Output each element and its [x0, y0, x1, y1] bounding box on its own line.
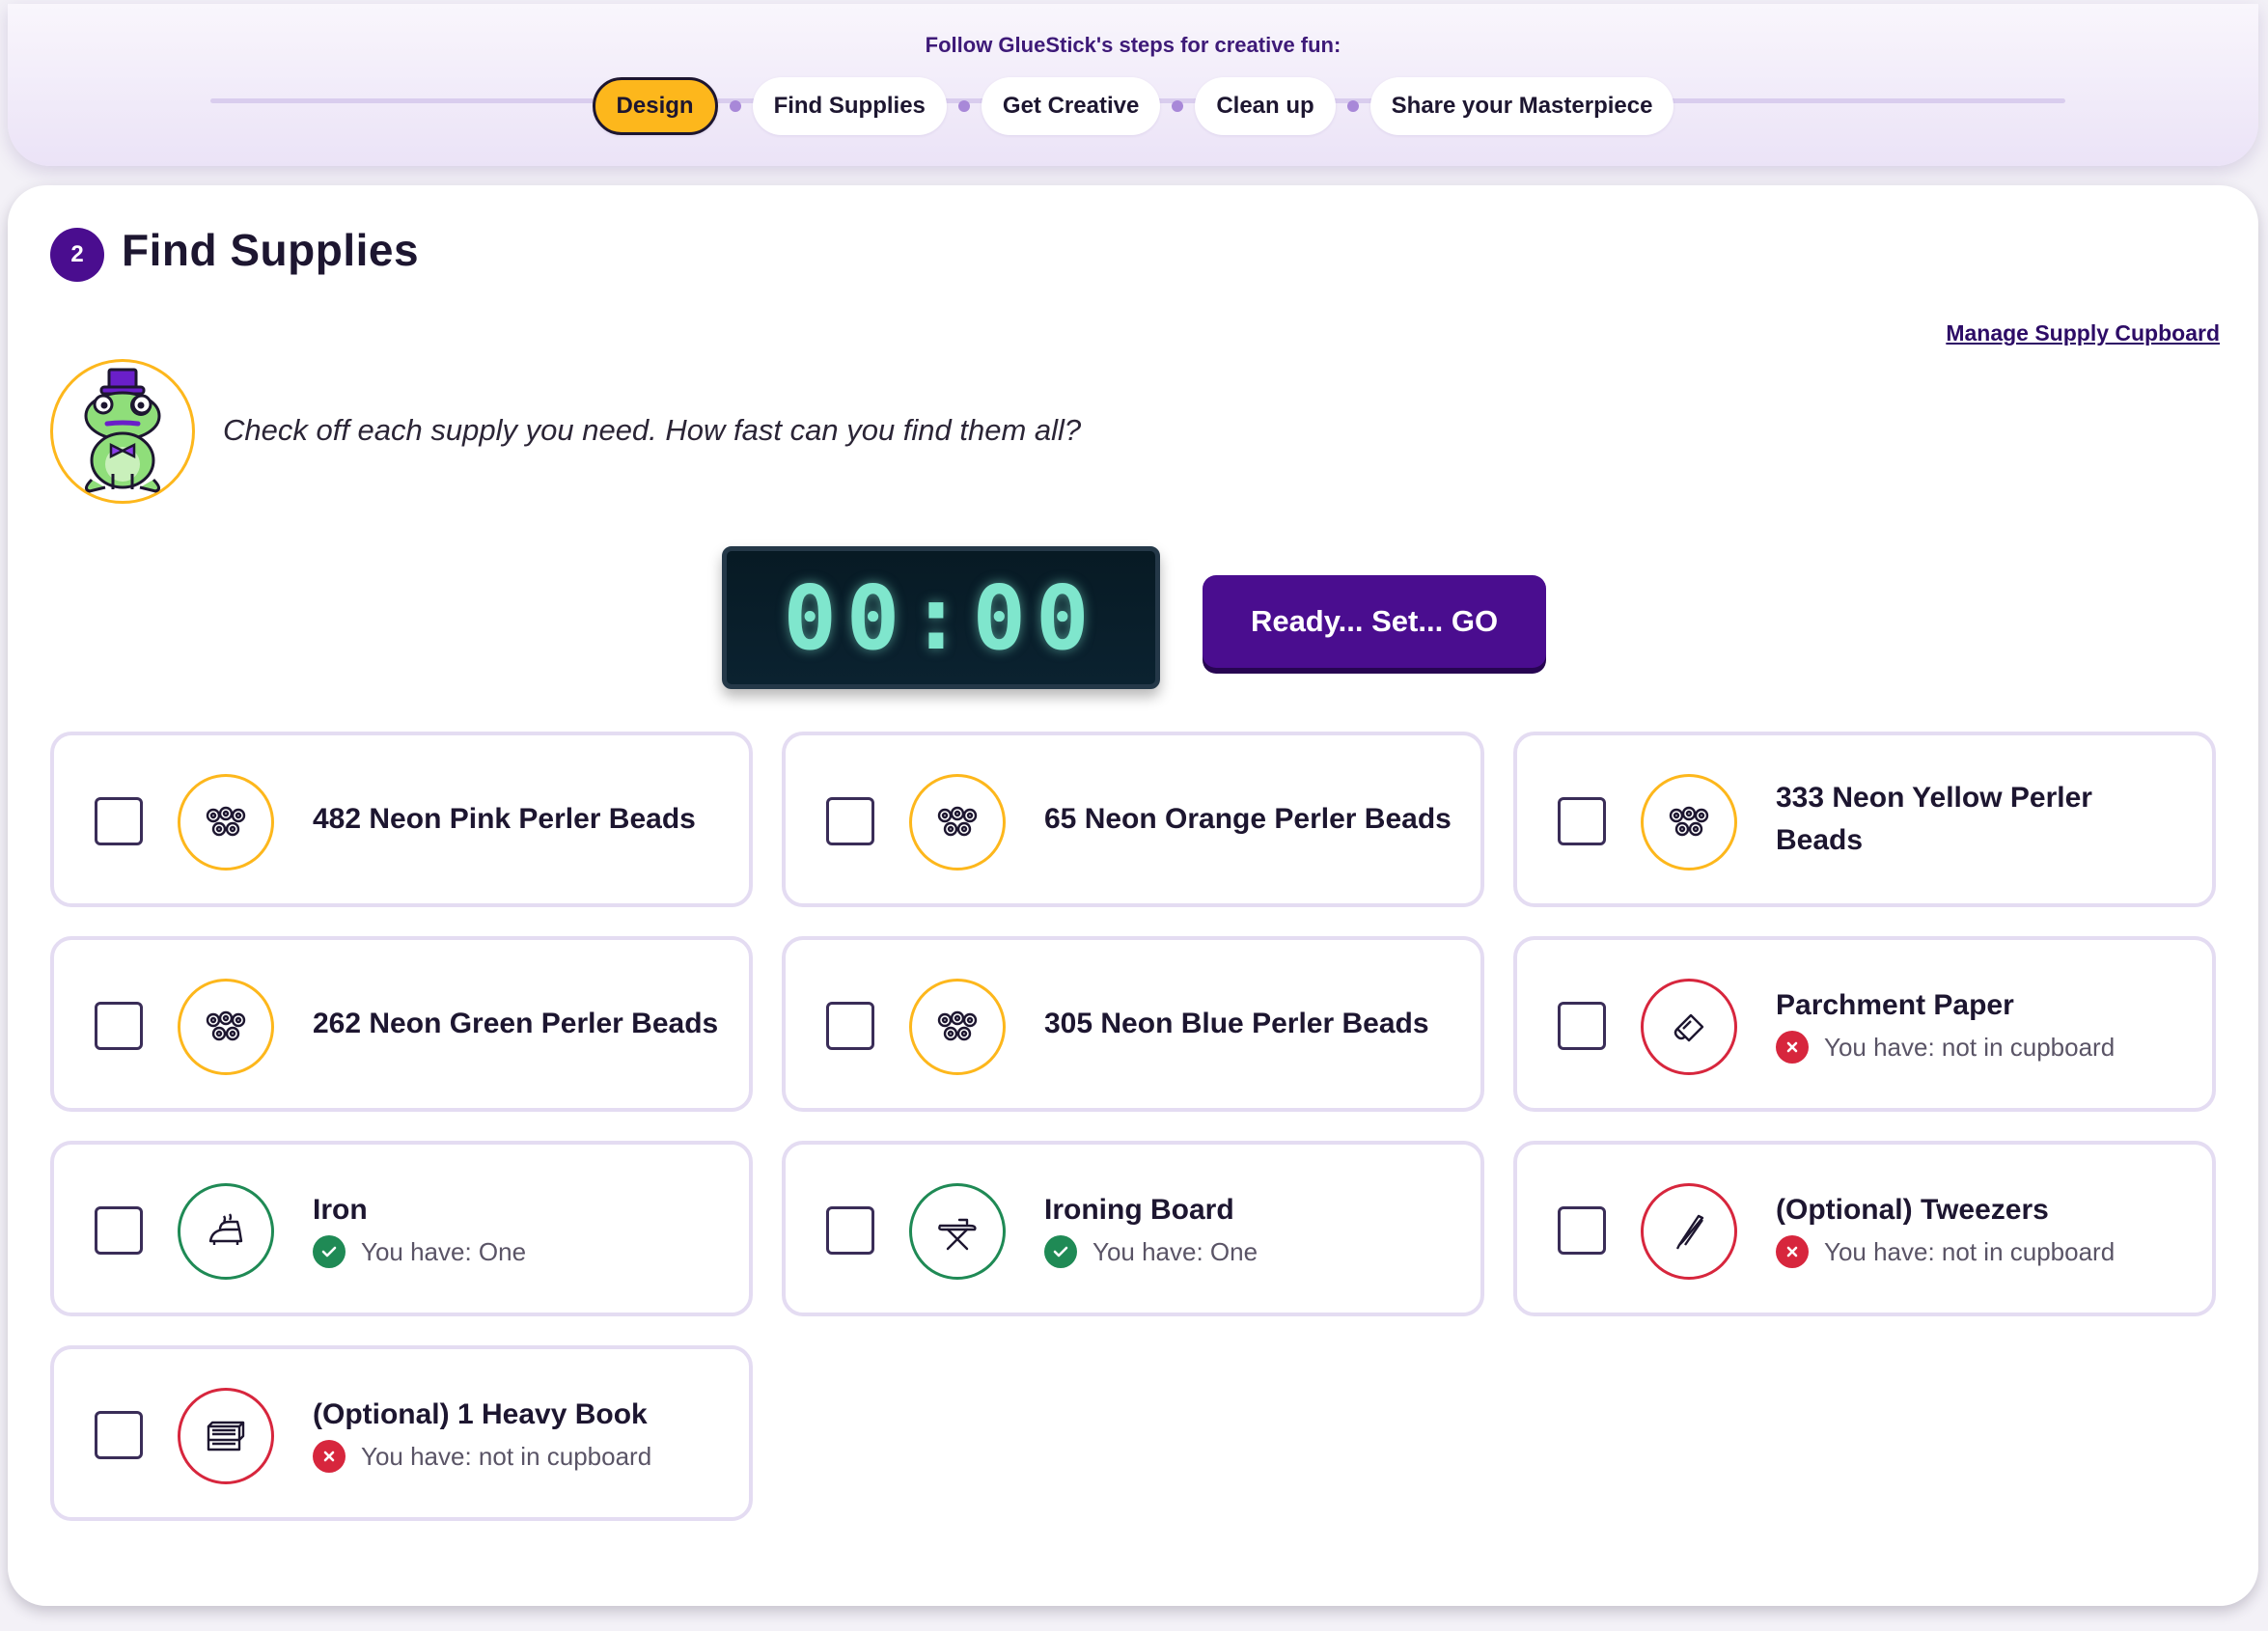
step-connector-dot	[957, 100, 970, 112]
step-connector-dot	[729, 100, 741, 112]
supply-status: You have: One	[1044, 1235, 1452, 1268]
ironing-board-icon	[909, 1183, 1006, 1280]
timer-value: 00:00	[783, 566, 1099, 670]
supply-status: You have: One	[313, 1235, 720, 1268]
supply-status: You have: not in cupboard	[1776, 1031, 2183, 1064]
supply-card[interactable]: 305 Neon Blue Perler Beads	[782, 936, 1484, 1112]
supply-status-text: You have: One	[361, 1236, 527, 1266]
supply-checkbox[interactable]	[1558, 1002, 1606, 1050]
supply-checkbox[interactable]	[1558, 797, 1606, 845]
check-icon	[313, 1235, 346, 1268]
supply-name: Ironing Board	[1044, 1194, 1234, 1226]
supply-status: You have: not in cupboard	[1776, 1235, 2183, 1268]
supply-status-text: You have: not in cupboard	[361, 1441, 652, 1471]
step-find-supplies[interactable]: Find Supplies	[752, 77, 947, 135]
supply-card[interactable]: 262 Neon Green Perler Beads	[50, 936, 753, 1112]
step-share-masterpiece[interactable]: Share your Masterpiece	[1369, 77, 1674, 135]
supply-card[interactable]: 482 Neon Pink Perler Beads	[50, 732, 753, 907]
not-available-icon	[1776, 1235, 1809, 1268]
page-title: Find Supplies	[122, 225, 420, 275]
supply-card[interactable]: Ironing Board You have: One	[782, 1141, 1484, 1316]
supply-checkbox[interactable]	[95, 1206, 143, 1255]
supply-name: 333 Neon Yellow Perler Beads	[1776, 782, 2092, 856]
book-icon	[178, 1388, 274, 1484]
supply-card[interactable]: (Optional) Tweezers You have: not in cup…	[1513, 1141, 2216, 1316]
step-connector-dot	[1172, 100, 1184, 112]
stepper-panel: Follow GlueStick's steps for creative fu…	[8, 4, 2258, 166]
step-get-creative[interactable]: Get Creative	[981, 77, 1161, 135]
supply-name: 482 Neon Pink Perler Beads	[313, 803, 696, 835]
supply-status-text: You have: One	[1093, 1236, 1258, 1266]
step-clean-up[interactable]: Clean up	[1195, 77, 1336, 135]
supply-status-text: You have: not in cupboard	[1824, 1032, 2116, 1062]
supply-status: You have: not in cupboard	[313, 1440, 720, 1473]
parchment-paper-icon	[1641, 979, 1737, 1075]
supply-name: 65 Neon Orange Perler Beads	[1044, 803, 1452, 835]
supply-status-text: You have: not in cupboard	[1824, 1236, 2116, 1266]
supply-card[interactable]: 65 Neon Orange Perler Beads	[782, 732, 1484, 907]
supply-name: (Optional) 1 Heavy Book	[313, 1398, 648, 1430]
supply-checkbox[interactable]	[826, 1206, 874, 1255]
stopwatch-display: 00:00	[722, 546, 1160, 689]
beads-icon	[178, 774, 274, 871]
supply-checkbox[interactable]	[95, 1411, 143, 1459]
iron-icon	[178, 1183, 274, 1280]
supply-name: Parchment Paper	[1776, 989, 2014, 1021]
not-available-icon	[313, 1440, 346, 1473]
not-available-icon	[1776, 1031, 1809, 1064]
step-design[interactable]: Design	[592, 77, 718, 135]
supply-checkbox[interactable]	[95, 1002, 143, 1050]
beads-icon	[178, 979, 274, 1075]
supply-checkbox[interactable]	[826, 1002, 874, 1050]
check-icon	[1044, 1235, 1077, 1268]
supply-name: 262 Neon Green Perler Beads	[313, 1008, 719, 1039]
supply-card[interactable]: Parchment Paper You have: not in cupboar…	[1513, 936, 2216, 1112]
start-timer-button[interactable]: Ready... Set... GO	[1203, 575, 1546, 668]
supply-name: Iron	[313, 1194, 368, 1226]
frog-mascot-icon	[50, 359, 195, 504]
supply-card[interactable]: Iron You have: One	[50, 1141, 753, 1316]
step-number-badge: 2	[50, 228, 104, 282]
supply-checkbox[interactable]	[1558, 1206, 1606, 1255]
stepper-steps: Design Find Supplies Get Creative Clean …	[8, 77, 2258, 135]
supply-checkbox[interactable]	[826, 797, 874, 845]
supply-card[interactable]: (Optional) 1 Heavy Book You have: not in…	[50, 1345, 753, 1521]
supply-checklist: 482 Neon Pink Perler Beads 65 Neon Orang…	[50, 732, 2216, 1521]
beads-icon	[909, 979, 1006, 1075]
supply-checkbox[interactable]	[95, 797, 143, 845]
supply-name: 305 Neon Blue Perler Beads	[1044, 1008, 1429, 1039]
step-connector-dot	[1346, 100, 1359, 112]
instructions-text: Check off each supply you need. How fast…	[223, 413, 1082, 447]
tweezers-icon	[1641, 1183, 1737, 1280]
supply-card[interactable]: 333 Neon Yellow Perler Beads	[1513, 732, 2216, 907]
beads-icon	[909, 774, 1006, 871]
beads-icon	[1641, 774, 1737, 871]
stepper-intro: Follow GlueStick's steps for creative fu…	[925, 33, 1341, 57]
supply-name: (Optional) Tweezers	[1776, 1194, 2049, 1226]
manage-supply-cupboard-link[interactable]: Manage Supply Cupboard	[1946, 320, 2220, 346]
